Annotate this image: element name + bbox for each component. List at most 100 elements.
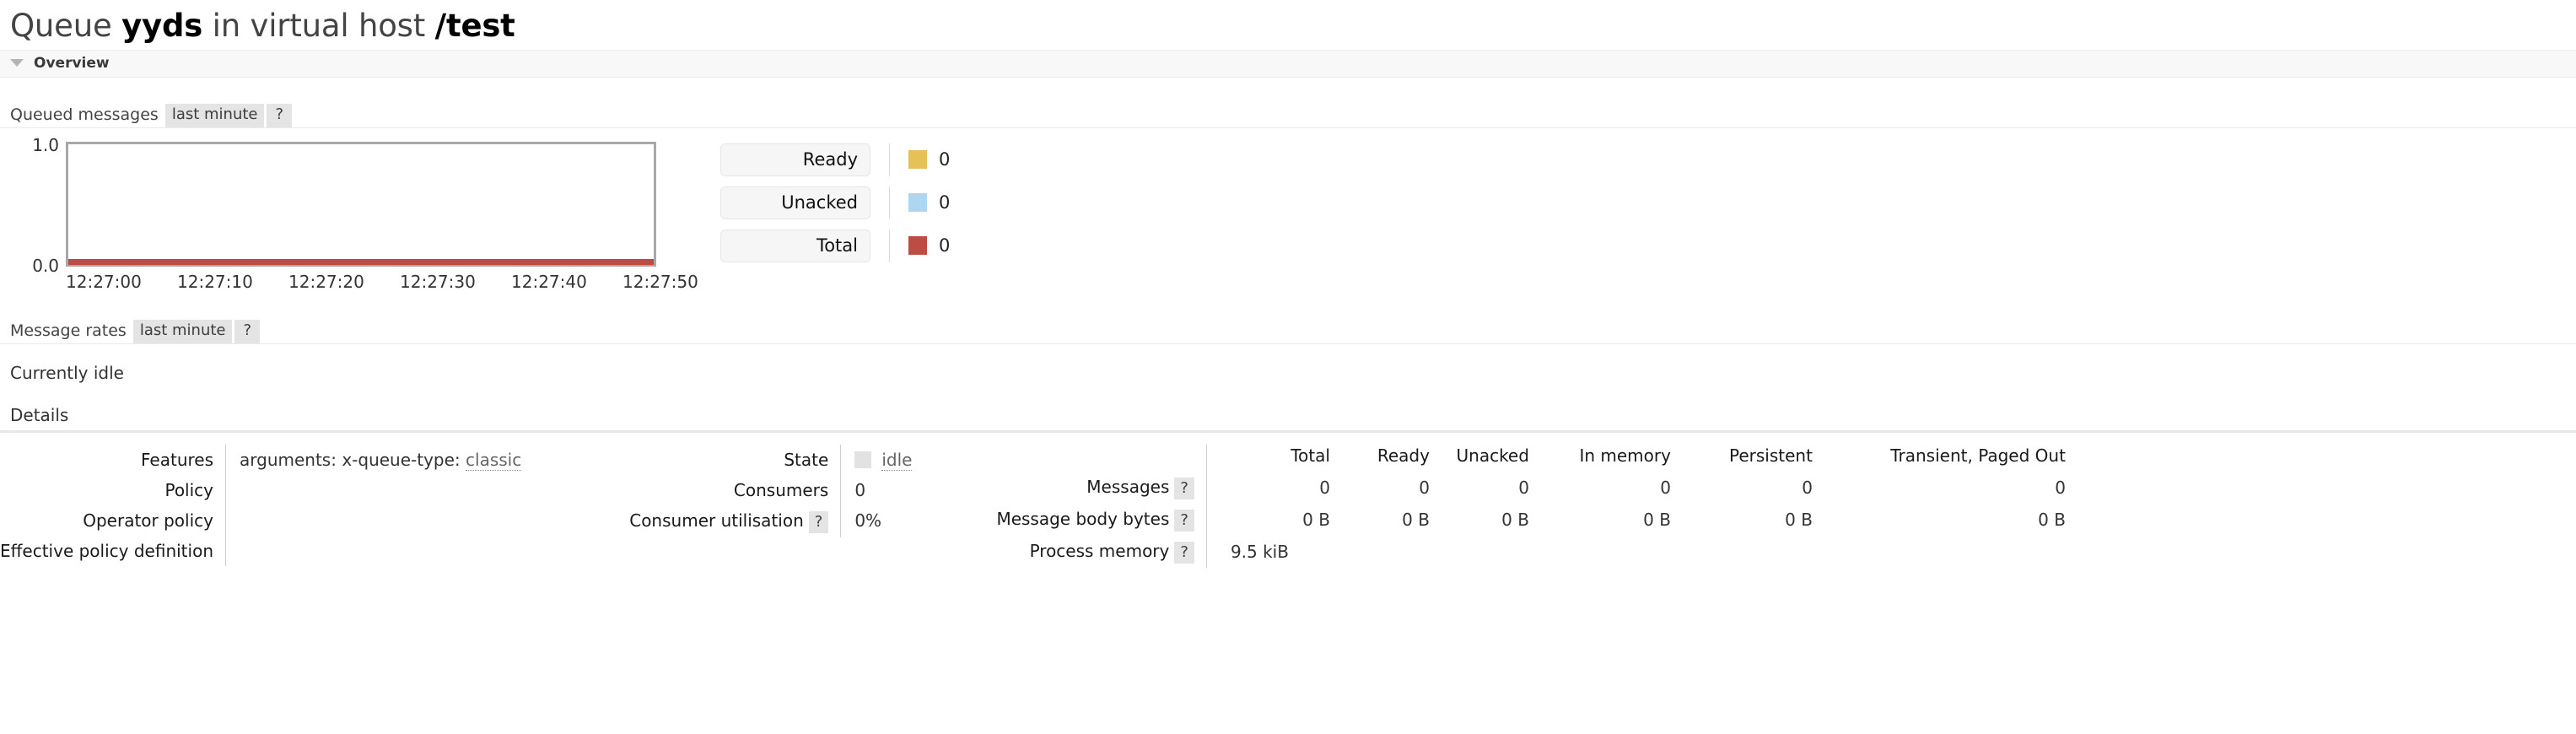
- legend-button-unacked[interactable]: Unacked: [720, 186, 870, 219]
- details-label-features: Features: [0, 445, 225, 475]
- legend-row-unacked: Unacked 0: [720, 186, 950, 219]
- process-memory-empty-5: [1813, 536, 2066, 568]
- stats-col-transient-paged-out: Transient, Paged Out: [1813, 445, 2066, 472]
- details-label-effective-policy-definition: Effective policy definition: [0, 536, 225, 566]
- details-value-consumers: 0: [840, 475, 912, 505]
- stats-row-label-messages: Messages?: [996, 472, 1206, 504]
- stats-col-ready: Ready: [1330, 445, 1430, 472]
- queued-messages-chart-block: 1.0 0.0 12:27:00 12:27:10 12:27:20 12:27…: [0, 142, 2576, 294]
- queued-messages-label: Queued messages: [10, 105, 165, 127]
- process-memory-empty-2: [1430, 536, 1529, 568]
- details-label-policy: Policy: [0, 475, 225, 505]
- messages-persistent: 0: [1671, 472, 1813, 504]
- consumer-utilisation-help-icon[interactable]: ?: [809, 511, 829, 533]
- legend-value-ready: 0: [939, 149, 950, 170]
- page-title-queue-name: yyds: [121, 8, 202, 44]
- process-memory-help-icon[interactable]: ?: [1174, 542, 1194, 564]
- consumer-utilisation-text: Consumer utilisation: [629, 510, 804, 531]
- x-axis: 12:27:00 12:27:10 12:27:20 12:27:30 12:2…: [27, 272, 702, 294]
- page-title-vhost: /test: [435, 8, 515, 44]
- messages-unacked: 0: [1430, 472, 1529, 504]
- x-axis-tick-1: 12:27:10: [177, 272, 253, 292]
- stats-col-in-memory: In memory: [1529, 445, 1671, 472]
- page-title-prefix: Queue: [10, 8, 112, 44]
- stats-header-row: Total Ready Unacked In memory Persistent…: [996, 445, 2066, 472]
- message-body-bytes-label-text: Message body bytes: [996, 509, 1169, 529]
- queue-stats-table: Total Ready Unacked In memory Persistent…: [996, 445, 2066, 568]
- details-value-consumer-utilisation: 0%: [840, 505, 912, 537]
- message-body-bytes-in-memory: 0 B: [1529, 504, 1671, 536]
- page-title: Queue yyds in virtual host /test: [0, 0, 2576, 45]
- legend-row-total: Total 0: [720, 229, 950, 262]
- details-state-column: State idle Consumers 0 Consumer utilisat…: [629, 445, 912, 537]
- legend-swatch-total: [908, 236, 927, 255]
- legend-button-ready[interactable]: Ready: [720, 143, 870, 176]
- message-rates-period-chip[interactable]: last minute: [133, 320, 233, 343]
- queued-messages-help-icon[interactable]: ?: [267, 104, 292, 127]
- details-section: Features arguments: x-queue-type: classi…: [0, 445, 2576, 568]
- series-line-total: [68, 259, 654, 265]
- overview-section-header[interactable]: Overview: [0, 50, 2576, 78]
- message-body-bytes-ready: 0 B: [1330, 504, 1430, 536]
- chart-plot-area: [66, 142, 656, 267]
- details-value-effective-policy-definition: [225, 536, 521, 566]
- message-body-bytes-total: 0 B: [1209, 504, 1330, 536]
- details-features-column: Features arguments: x-queue-type: classi…: [0, 445, 521, 566]
- messages-in-memory: 0: [1529, 472, 1671, 504]
- legend-divider: [889, 229, 890, 262]
- x-axis-tick-4: 12:27:40: [511, 272, 587, 292]
- stats-col-persistent: Persistent: [1671, 445, 1813, 472]
- messages-total: 0: [1209, 472, 1330, 504]
- stats-corner-cell: [996, 445, 1206, 472]
- state-indicator-icon: [854, 451, 871, 468]
- x-axis-tick-2: 12:27:20: [288, 272, 364, 292]
- messages-ready: 0: [1330, 472, 1430, 504]
- details-label-state: State: [629, 445, 840, 475]
- message-rates-status: Currently idle: [0, 363, 2576, 383]
- stats-row-label-message-body-bytes: Message body bytes?: [996, 504, 1206, 536]
- message-rates-help-icon[interactable]: ?: [234, 320, 260, 343]
- legend-swatch-ready: [908, 150, 927, 169]
- message-body-bytes-unacked: 0 B: [1430, 504, 1529, 536]
- x-axis-tick-5: 12:27:50: [622, 272, 698, 292]
- process-memory-value: 9.5 kiB: [1209, 536, 1330, 568]
- details-label-consumer-utilisation: Consumer utilisation?: [629, 505, 840, 537]
- queued-messages-period-chip[interactable]: last minute: [165, 104, 265, 127]
- chart-legend: Ready 0 Unacked 0 Total 0: [720, 142, 950, 262]
- details-label-operator-policy: Operator policy: [0, 505, 225, 536]
- details-label: Details: [0, 405, 2576, 433]
- triangle-down-icon[interactable]: [10, 59, 24, 67]
- message-body-bytes-persistent: 0 B: [1671, 504, 1813, 536]
- messages-label-text: Messages: [1086, 477, 1169, 497]
- features-argument-key: x-queue-type:: [342, 450, 460, 470]
- process-memory-empty-4: [1671, 536, 1813, 568]
- state-value-text: idle: [881, 450, 912, 471]
- details-value-policy: [225, 475, 521, 505]
- legend-divider: [889, 143, 890, 176]
- page-title-middle: in virtual host: [213, 8, 425, 44]
- queued-messages-chart: 1.0 0.0 12:27:00 12:27:10 12:27:20 12:27…: [10, 142, 685, 294]
- x-axis-tick-0: 12:27:00: [66, 272, 142, 292]
- stats-row-label-process-memory: Process memory?: [996, 536, 1206, 568]
- messages-transient-paged-out: 0: [1813, 472, 2066, 504]
- details-label-consumers: Consumers: [629, 475, 840, 505]
- details-value-operator-policy: [225, 505, 521, 536]
- table-row: Messages? 0 0 0 0 0 0: [996, 472, 2066, 504]
- message-body-bytes-help-icon[interactable]: ?: [1174, 510, 1194, 532]
- message-body-bytes-transient-paged-out: 0 B: [1813, 504, 2066, 536]
- message-rates-label: Message rates: [10, 321, 133, 343]
- table-row: Process memory? 9.5 kiB: [996, 536, 2066, 568]
- y-axis-tick-top: 1.0: [10, 135, 59, 155]
- stats-col-total: Total: [1209, 445, 1330, 472]
- stats-col-unacked: Unacked: [1430, 445, 1529, 472]
- legend-divider: [889, 186, 890, 219]
- messages-help-icon[interactable]: ?: [1174, 478, 1194, 499]
- details-value-state: idle: [840, 445, 912, 475]
- process-memory-label-text: Process memory: [1030, 541, 1170, 561]
- legend-button-total[interactable]: Total: [720, 229, 870, 262]
- features-argument-value: classic: [466, 450, 521, 471]
- x-axis-tick-3: 12:27:30: [400, 272, 476, 292]
- features-arguments-label: arguments:: [240, 450, 337, 470]
- message-rates-header: Message rates last minute ?: [0, 316, 2576, 344]
- queued-messages-header: Queued messages last minute ?: [0, 100, 2576, 128]
